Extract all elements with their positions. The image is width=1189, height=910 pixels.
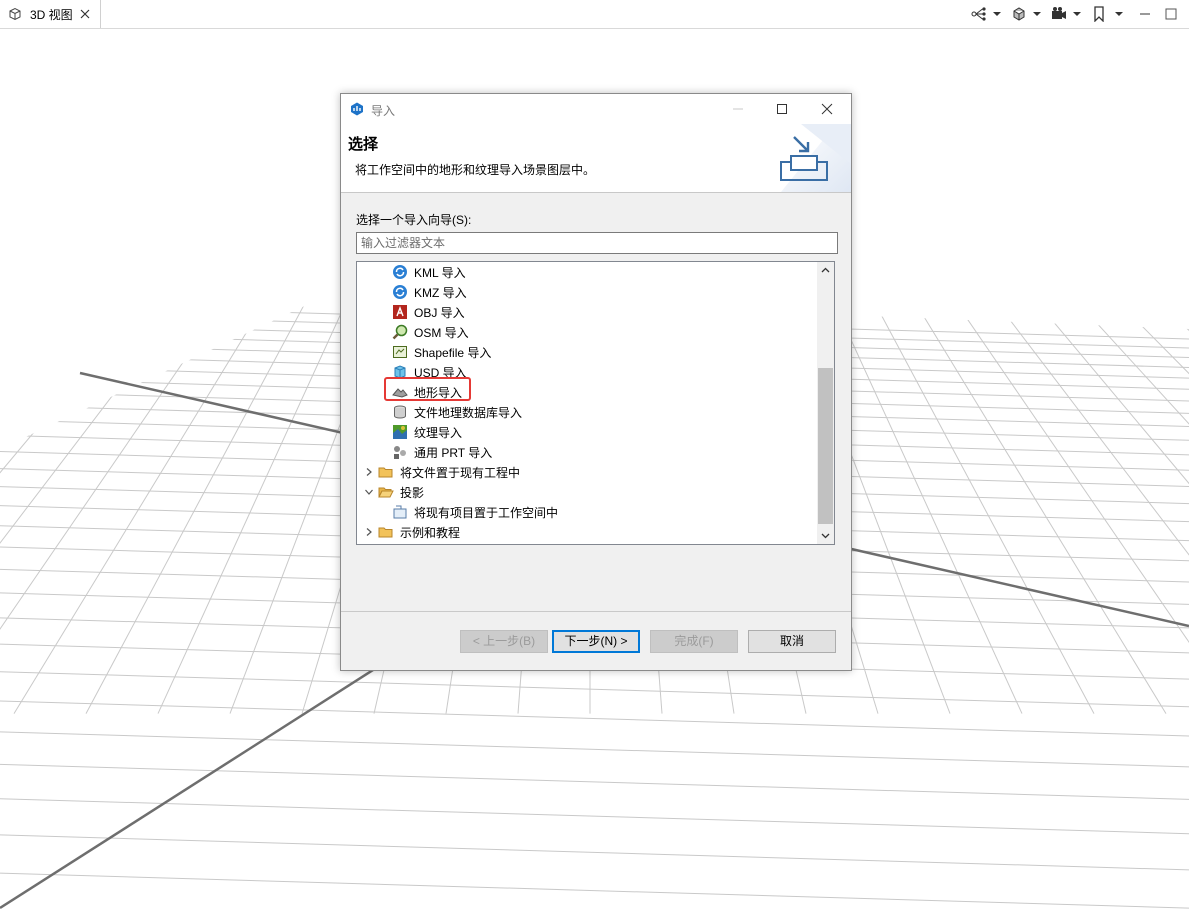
project-icon — [393, 505, 407, 519]
tree-item-kml[interactable]: KML 导入 — [392, 262, 466, 282]
back-button[interactable]: < 上一步(B) — [460, 630, 548, 653]
chevron-down-icon[interactable] — [993, 12, 1001, 16]
share-icon[interactable] — [969, 4, 989, 24]
folder-icon — [378, 467, 393, 478]
chevron-right-icon[interactable] — [364, 527, 374, 537]
cancel-button[interactable]: 取消 — [748, 630, 836, 653]
camera-icon[interactable] — [1049, 4, 1069, 24]
tree-folder-examples[interactable]: 示例和教程 — [364, 522, 460, 542]
page-title: 选择 — [348, 136, 379, 153]
dialog-title: 导入 — [371, 104, 396, 118]
wizard-header: 选择 将工作空间中的地形和纹理导入场景图层中。 — [341, 124, 851, 193]
maximize-button[interactable] — [772, 100, 792, 118]
minimize-icon[interactable] — [1135, 4, 1155, 24]
chevron-down-icon[interactable] — [1033, 12, 1041, 16]
geodatabase-icon — [394, 405, 406, 419]
scroll-down-icon[interactable] — [817, 527, 834, 544]
tree-item-osm[interactable]: OSM 导入 — [392, 322, 469, 342]
tree-item-shapefile[interactable]: Shapefile 导入 — [392, 342, 491, 362]
tab-3d-view[interactable]: 3D 视图 — [0, 0, 101, 28]
footer-separator — [341, 611, 851, 612]
bookmark-icon[interactable] — [1089, 4, 1109, 24]
usd-icon — [394, 365, 406, 379]
scrollbar-thumb[interactable] — [818, 368, 833, 524]
maximize-icon[interactable] — [1161, 4, 1181, 24]
chevron-down-icon[interactable] — [1115, 12, 1123, 16]
obj-icon — [393, 305, 407, 319]
filter-input[interactable] — [356, 232, 838, 254]
tab-label: 3D 视图 — [30, 7, 73, 22]
tree-item-obj[interactable]: OBJ 导入 — [392, 302, 465, 322]
prt-icon — [394, 446, 406, 459]
dialog-title-bar[interactable]: 导入 — [341, 94, 851, 124]
tree-folder-projection[interactable]: 投影 — [364, 482, 424, 502]
tree-item-usd[interactable]: USD 导入 — [392, 362, 467, 382]
tree-item-geodatabase[interactable]: 文件地理数据库导入 — [392, 402, 522, 422]
terrain-icon — [392, 388, 408, 398]
tree-item-terrain-import[interactable]: 地形导入 — [392, 382, 462, 402]
tree-scrollbar[interactable] — [817, 262, 834, 544]
shapefile-icon — [393, 346, 407, 358]
editor-tab-bar: 3D 视图 — [0, 0, 1189, 29]
kmz-icon — [393, 285, 407, 299]
texture-icon — [393, 425, 407, 439]
import-banner-icon — [780, 124, 851, 192]
tree-folder-existing-project[interactable]: 将文件置于现有工程中 — [364, 462, 520, 482]
tree-item-prt[interactable]: 通用 PRT 导入 — [392, 442, 492, 462]
wizard-select-label: 选择一个导入向导(S): — [356, 213, 472, 227]
tree-item-existing-projects[interactable]: 将现有项目置于工作空间中 — [392, 502, 558, 522]
cube-icon — [9, 7, 21, 21]
close-button[interactable] — [817, 100, 837, 118]
tree-item-texture[interactable]: 纹理导入 — [392, 422, 462, 442]
kml-icon — [393, 265, 407, 279]
display-icon[interactable] — [1009, 4, 1029, 24]
import-dialog: 导入 选择 将工作空间中的地形和纹理导入场景图层中。 选择一个导入向导(S): … — [340, 93, 852, 671]
folder-open-icon — [378, 487, 394, 498]
page-description: 将工作空间中的地形和纹理导入场景图层中。 — [355, 163, 596, 177]
next-button[interactable]: 下一步(N) > — [552, 630, 640, 653]
osm-icon — [392, 324, 408, 340]
wizard-tree: KML 导入 KMZ 导入 OBJ 导入 OSM 导入 Shapefile 导入… — [356, 261, 835, 545]
chevron-down-icon[interactable] — [364, 487, 374, 497]
folder-icon — [378, 527, 393, 538]
close-icon[interactable] — [79, 8, 91, 20]
scroll-up-icon[interactable] — [817, 262, 834, 279]
app-icon — [351, 102, 363, 116]
minimize-button[interactable] — [728, 100, 748, 118]
finish-button[interactable]: 完成(F) — [650, 630, 738, 653]
chevron-down-icon[interactable] — [1073, 12, 1081, 16]
chevron-right-icon[interactable] — [364, 467, 374, 477]
tree-item-kmz[interactable]: KMZ 导入 — [392, 282, 467, 302]
